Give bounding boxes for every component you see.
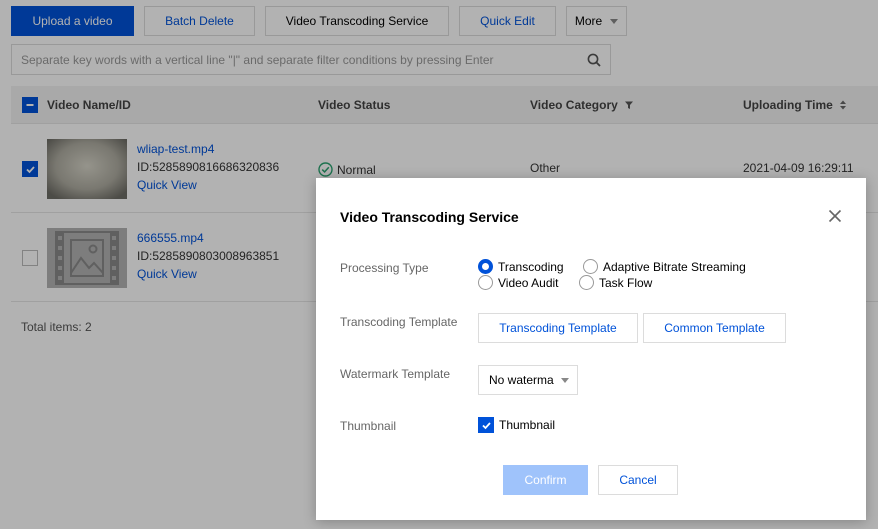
- thumbnail-checkbox[interactable]: Thumbnail: [478, 417, 555, 433]
- watermark-value: No waterma: [489, 373, 554, 387]
- close-icon[interactable]: [827, 208, 843, 224]
- watermark-template-label: Watermark Template: [340, 367, 451, 381]
- checkbox-checked-icon: [478, 417, 494, 433]
- radio-unselected-icon: [579, 275, 594, 290]
- radio-label: Transcoding: [498, 259, 564, 274]
- transcoding-template-label: Transcoding Template: [340, 315, 458, 329]
- confirm-button[interactable]: Confirm: [503, 465, 588, 495]
- radio-label: Video Audit: [498, 275, 559, 290]
- processing-type-label: Processing Type: [340, 261, 429, 275]
- chevron-down-icon: [561, 378, 569, 383]
- thumbnail-label: Thumbnail: [340, 419, 397, 433]
- cancel-button[interactable]: Cancel: [598, 465, 678, 495]
- thumbnail-check-label: Thumbnail: [499, 418, 556, 432]
- radio-unselected-icon: [478, 275, 493, 290]
- radio-selected-icon: [478, 259, 493, 274]
- radio-task-flow[interactable]: Task Flow: [579, 275, 652, 290]
- radio-video-audit[interactable]: Video Audit: [478, 275, 559, 290]
- radio-adaptive-bitrate[interactable]: Adaptive Bitrate Streaming: [583, 259, 746, 274]
- radio-transcoding[interactable]: Transcoding: [478, 259, 564, 274]
- radio-label: Adaptive Bitrate Streaming: [603, 259, 746, 274]
- transcoding-dialog: Video Transcoding Service Processing Typ…: [316, 178, 866, 520]
- radio-label: Task Flow: [599, 275, 653, 290]
- transcoding-template-button[interactable]: Transcoding Template: [478, 313, 638, 343]
- watermark-select[interactable]: No waterma: [478, 365, 578, 395]
- dialog-title: Video Transcoding Service: [340, 209, 519, 225]
- radio-unselected-icon: [583, 259, 598, 274]
- common-template-button[interactable]: Common Template: [643, 313, 786, 343]
